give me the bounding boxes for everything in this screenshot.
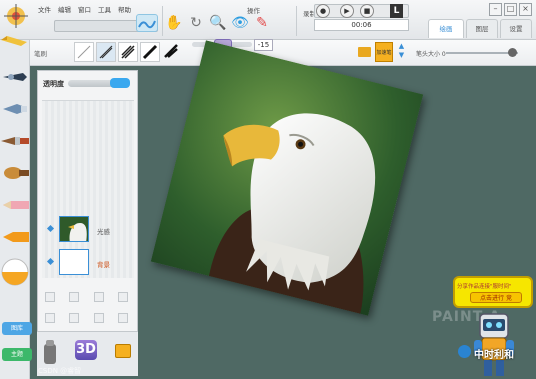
divider [296, 6, 297, 36]
tab-settings[interactable]: 设置 [500, 19, 532, 38]
layer-thumbnail[interactable] [59, 216, 89, 242]
rotate-icon: ↻ [190, 15, 202, 31]
menu-edit[interactable]: 编辑 [58, 4, 71, 14]
clear-layer-icon[interactable] [94, 313, 104, 323]
record-icon: ● [319, 7, 327, 15]
divider [162, 6, 163, 36]
promo-button[interactable]: 点击进行 竞 [470, 292, 522, 303]
record-time: 00:06 [314, 19, 409, 31]
brush-label: 笔刷 [34, 50, 47, 58]
stroke-preset-2[interactable] [96, 42, 116, 62]
gallery-button[interactable]: 图库 [2, 322, 32, 335]
folder-icon[interactable] [358, 47, 371, 57]
menu-file[interactable]: 文件 [38, 4, 51, 14]
rotate-tool-button[interactable]: ↻ [186, 14, 206, 32]
brush-stroke-icon [99, 45, 113, 59]
marker-icon[interactable] [1, 96, 29, 122]
copy-layer-icon[interactable] [69, 292, 79, 302]
brush-size-label: 笔头大小 0 [416, 51, 446, 58]
stroke-preset-1[interactable] [74, 42, 94, 62]
wave-icon [138, 20, 156, 29]
opacity-label: 透明度 [43, 80, 64, 88]
brush-stroke-icon [142, 44, 158, 60]
record-button[interactable]: ● [316, 4, 330, 18]
eye-icon: 👁 [231, 15, 249, 31]
lock-layer-icon[interactable] [118, 292, 128, 302]
brush-stroke-icon [77, 45, 91, 59]
layer-name[interactable]: 光感 [97, 226, 110, 236]
opacity-slider-thumb[interactable] [110, 78, 130, 88]
promo-text: 分享作品连接"服时间" [457, 284, 512, 290]
theme-button[interactable]: 主题 [2, 348, 32, 361]
delete-layer-icon[interactable] [118, 313, 128, 323]
accelerate-pen-button[interactable]: 加速笔 [375, 42, 393, 62]
maximize-icon[interactable]: □ [504, 3, 517, 16]
minimize-icon[interactable]: – [489, 3, 502, 16]
pen-icon[interactable] [1, 64, 29, 90]
layer-thumbnail[interactable] [59, 249, 89, 275]
3d-button[interactable]: 3D [75, 340, 97, 360]
stroke-preset-5[interactable] [162, 42, 182, 62]
chevron-up-icon[interactable]: ▲ [399, 42, 404, 50]
zoom-icon: 🔍 [209, 15, 227, 31]
move-up-icon[interactable] [45, 313, 55, 323]
eagle-thumbnail-icon [60, 217, 88, 241]
window-controls: – □ × [487, 3, 532, 16]
move-down-icon[interactable] [69, 313, 79, 323]
color-picker-icon[interactable] [1, 254, 29, 290]
brand-name: 中时利和 [474, 350, 514, 361]
play-icon: ▶ [344, 7, 350, 15]
crayon-yellow-icon[interactable] [1, 30, 29, 56]
stop-button[interactable]: ■ [360, 4, 374, 18]
stroke-preset-4[interactable] [140, 42, 160, 62]
chevron-down-icon[interactable]: ▼ [399, 51, 404, 59]
close-icon[interactable]: × [519, 3, 532, 16]
crayon-orange-icon[interactable] [1, 224, 29, 250]
angle-value[interactable]: -15 [254, 39, 273, 51]
tab-layer[interactable]: 图层 [466, 19, 498, 38]
menu-help[interactable]: 帮助 [118, 4, 131, 14]
lock-button[interactable]: L [390, 4, 403, 18]
eraser-icon: ✎ [256, 15, 268, 31]
pencil-icon[interactable] [1, 192, 29, 218]
oil-brush-icon[interactable] [1, 160, 29, 186]
brush-stroke-icon [164, 44, 178, 58]
app-logo-icon [4, 4, 28, 28]
brush-stroke-icon [121, 45, 135, 59]
zoom-tool-button[interactable]: 🔍 [208, 14, 228, 32]
brand-logo-icon [458, 345, 471, 358]
size-stepper[interactable]: ▲ ▼ [397, 42, 406, 62]
paint-bucket-icon[interactable] [41, 338, 59, 366]
brush-size-thumb[interactable] [508, 48, 517, 57]
tape-icon[interactable] [115, 344, 131, 358]
tab-draw[interactable]: 绘画 [428, 19, 464, 38]
hand-icon: ✋ [165, 15, 183, 31]
hand-tool-button[interactable]: ✋ [164, 14, 184, 32]
play-button[interactable]: ▶ [340, 4, 354, 18]
eraser-tool-button[interactable]: ✎ [252, 14, 272, 32]
add-layer-icon[interactable] [45, 292, 55, 302]
view-tool-button[interactable]: 👁 [230, 14, 250, 32]
menu-tools[interactable]: 工具 [98, 4, 111, 14]
selection-tool-button[interactable] [136, 14, 158, 32]
robot-mascot-icon [474, 313, 514, 376]
stroke-preset-3[interactable] [118, 42, 138, 62]
source-watermark: CSDN @睿智 [38, 367, 82, 375]
merge-layer-icon[interactable] [94, 292, 104, 302]
brush-icon[interactable] [1, 128, 29, 154]
stop-icon: ■ [363, 7, 371, 15]
menu-window[interactable]: 窗口 [78, 4, 91, 14]
layer-name[interactable]: 背景 [97, 259, 110, 269]
